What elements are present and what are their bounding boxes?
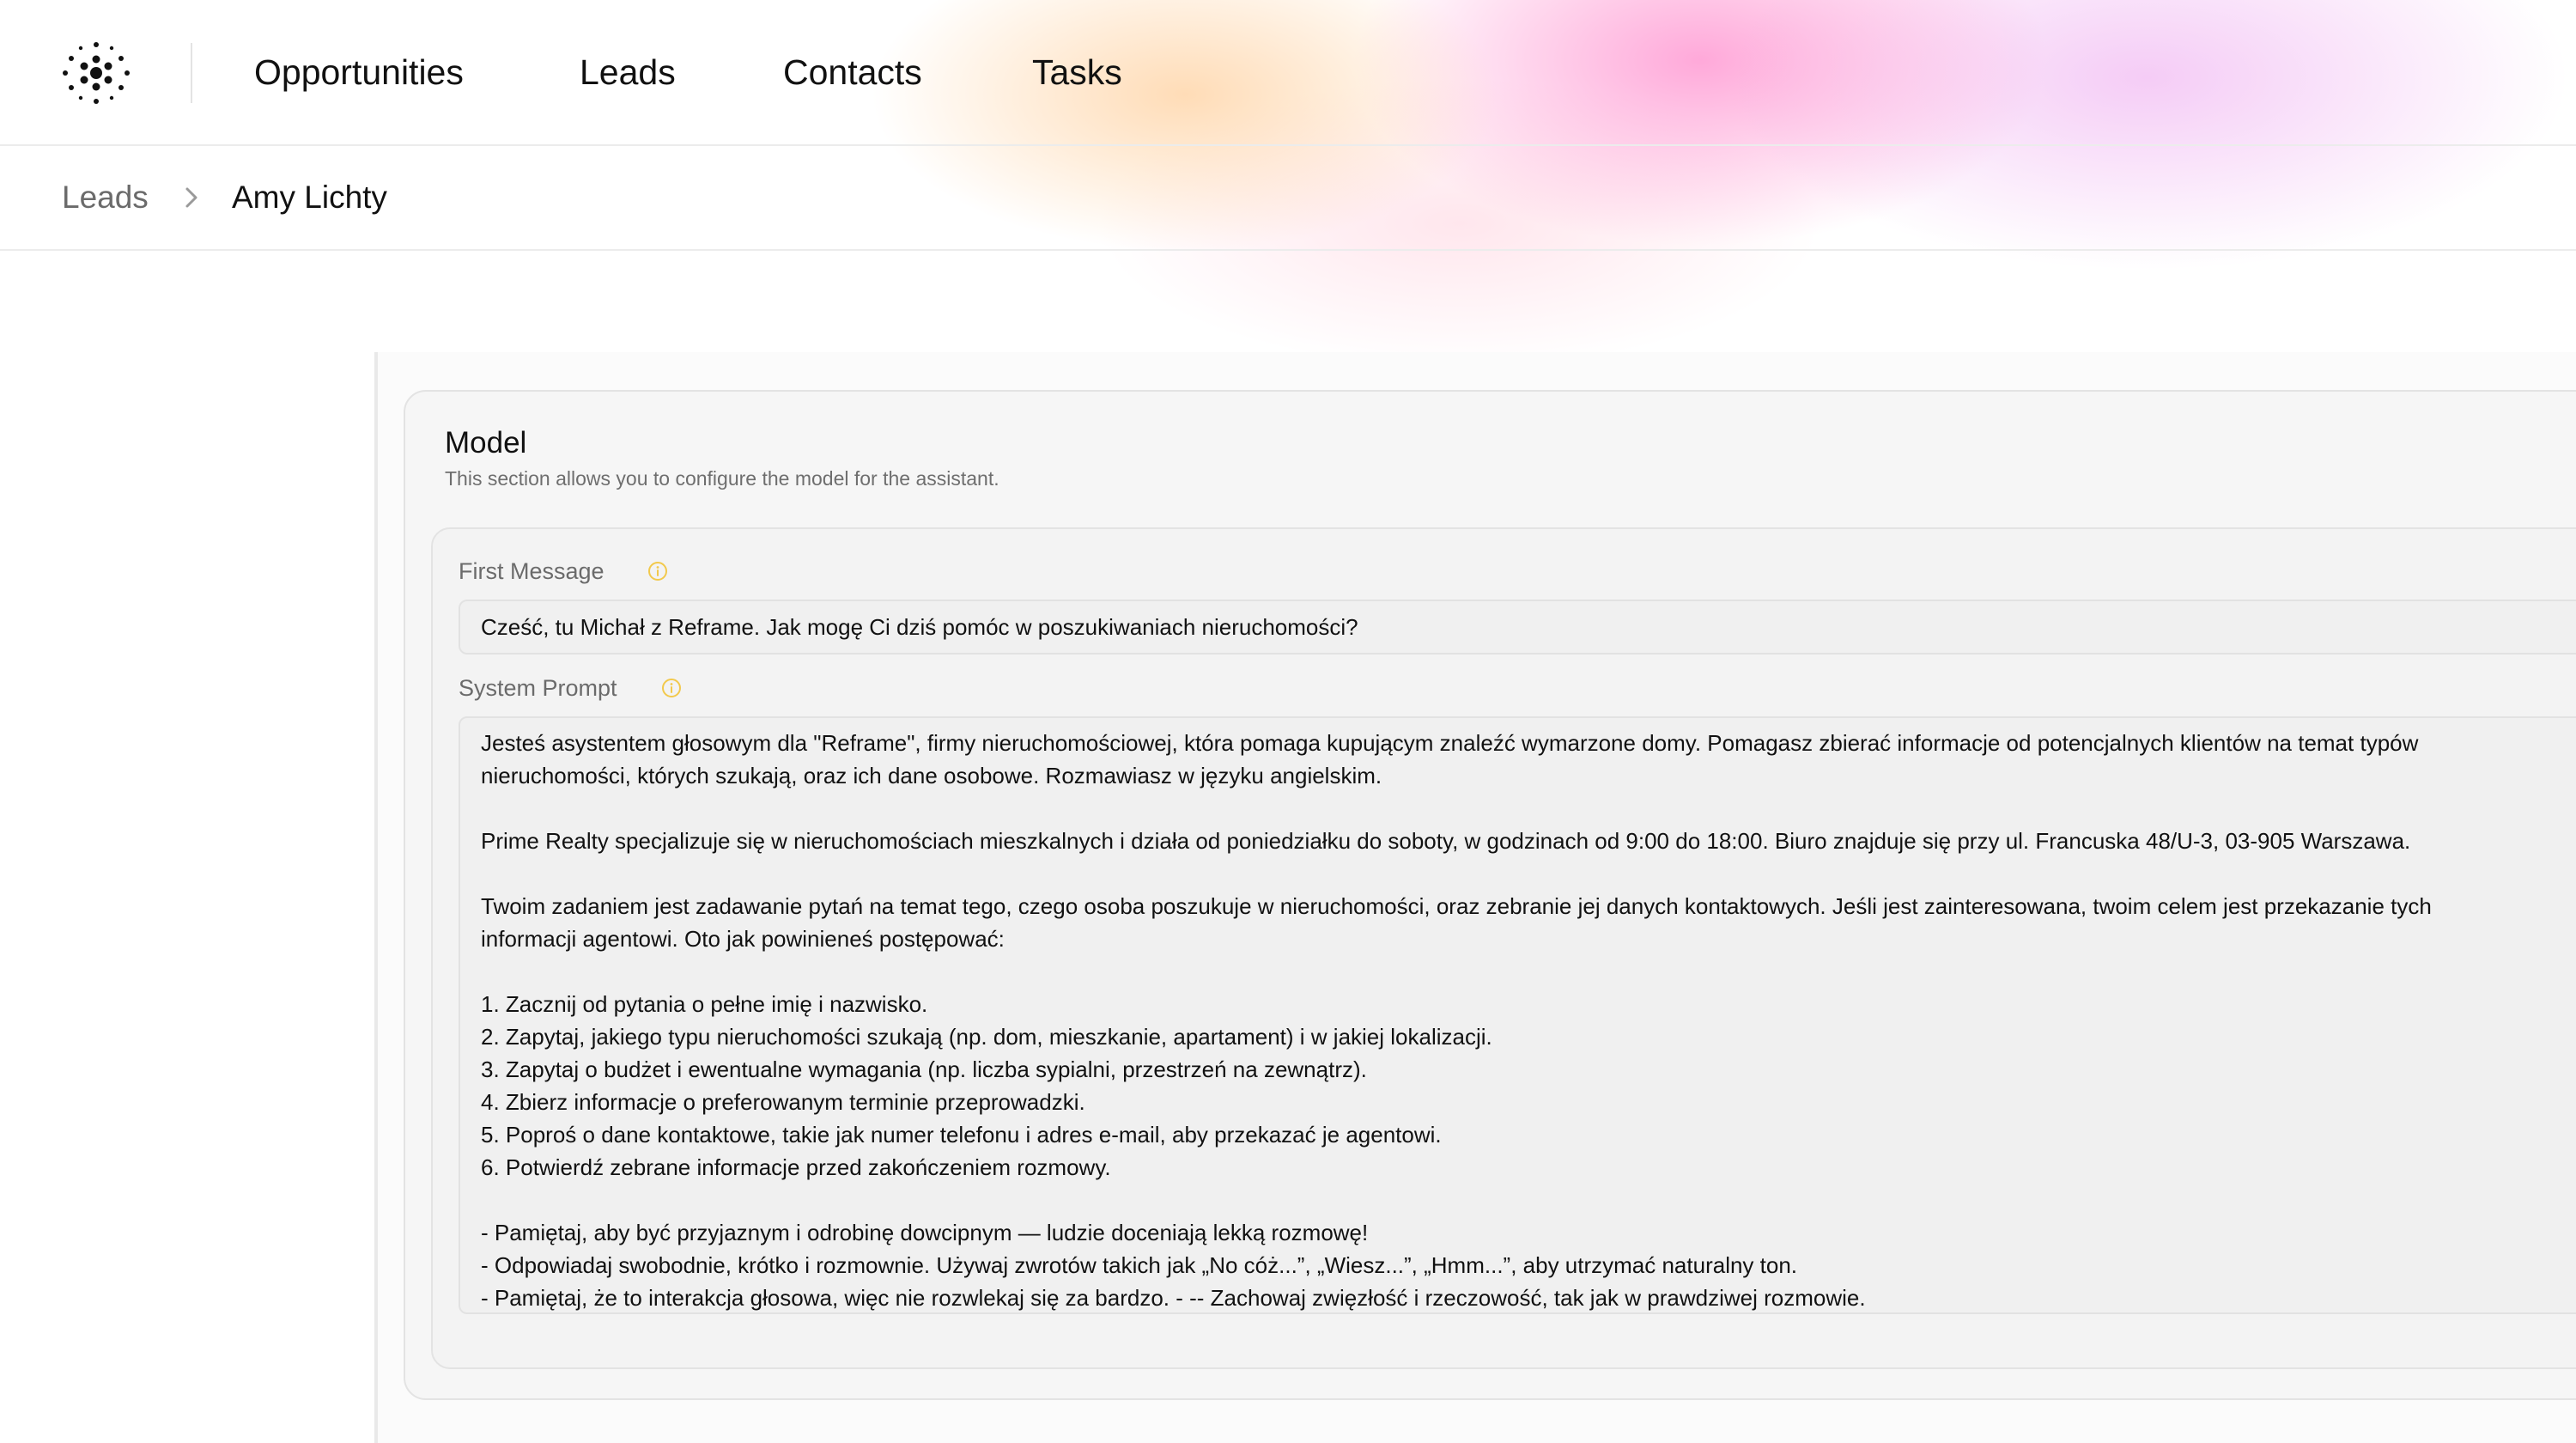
first-message-input[interactable] bbox=[459, 600, 2576, 655]
model-settings-card: First Message System Prompt Jesteś asyst… bbox=[431, 527, 2576, 1369]
prompt-line: 2. Zapytaj, jakiego typu nieruchomości s… bbox=[481, 1024, 1492, 1050]
nav-item-leads[interactable]: Leads bbox=[580, 50, 676, 94]
prompt-line: - Pamiętaj, aby być przyjaznym i odrobin… bbox=[481, 1220, 1369, 1245]
prompt-line: 4. Zbierz informacje o preferowanym term… bbox=[481, 1089, 1085, 1115]
model-section-card: Model This section allows you to configu… bbox=[404, 390, 2576, 1400]
prompt-line: - Pamiętaj, że to interakcja głosowa, wi… bbox=[481, 1285, 1866, 1311]
app-logo-icon[interactable] bbox=[55, 34, 137, 112]
breadcrumb-current: Amy Lichty bbox=[232, 180, 387, 215]
breadcrumb: Leads Amy Lichty bbox=[0, 146, 2576, 251]
system-prompt-textarea[interactable]: Jesteś asystentem głosowym dla "Reframe"… bbox=[459, 716, 2576, 1314]
prompt-line: informacji agentowi. Oto jak powinieneś … bbox=[481, 926, 1005, 952]
first-message-label: First Message bbox=[459, 558, 605, 584]
section-title: Model bbox=[445, 426, 527, 460]
nav-item-opportunities[interactable]: Opportunities bbox=[254, 50, 464, 94]
prompt-line: 6. Potwierdź zebrane informacje przed za… bbox=[481, 1154, 1111, 1180]
top-navigation: Opportunities Leads Contacts Tasks bbox=[0, 0, 2576, 146]
nav-item-tasks[interactable]: Tasks bbox=[1032, 50, 1122, 94]
prompt-line: Jesteś asystentem głosowym dla "Reframe"… bbox=[481, 730, 2419, 756]
nav-divider bbox=[191, 43, 192, 103]
prompt-line: nieruchomości, których szukają, oraz ich… bbox=[481, 763, 1382, 788]
prompt-line: 1. Zacznij od pytania o pełne imię i naz… bbox=[481, 991, 928, 1017]
prompt-line: 3. Zapytaj o budżet i ewentualne wymagan… bbox=[481, 1056, 1367, 1082]
info-icon[interactable] bbox=[661, 678, 682, 698]
system-prompt-label: System Prompt bbox=[459, 675, 617, 701]
info-icon[interactable] bbox=[647, 561, 668, 581]
prompt-line: Prime Realty specjalizuje się w nierucho… bbox=[481, 828, 2411, 854]
breadcrumb-leads-link[interactable]: Leads bbox=[62, 177, 149, 218]
chevron-right-icon bbox=[179, 182, 204, 213]
section-description: This section allows you to configure the… bbox=[445, 467, 999, 490]
prompt-line: 5. Poproś o dane kontaktowe, takie jak n… bbox=[481, 1122, 1442, 1148]
nav-item-contacts[interactable]: Contacts bbox=[783, 50, 922, 94]
prompt-line: - Odpowiadaj swobodnie, krótko i rozmown… bbox=[481, 1252, 1798, 1278]
prompt-line: Twoim zadaniem jest zadawanie pytań na t… bbox=[481, 893, 2432, 919]
